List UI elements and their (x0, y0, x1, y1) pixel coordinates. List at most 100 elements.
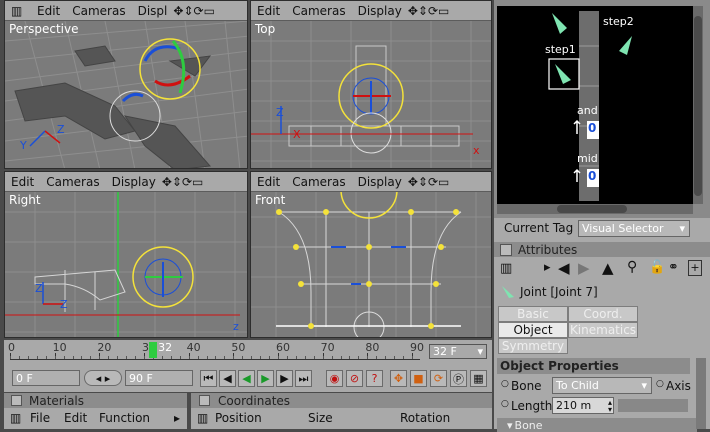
rotate-view-icon[interactable]: ⟳ (182, 175, 192, 189)
go-to-start-button[interactable]: ⏮ (200, 370, 217, 387)
tab-object[interactable]: Object (498, 322, 568, 338)
key-rotation-icon[interactable]: ⟳ (430, 370, 447, 387)
menu-cameras[interactable]: Cameras (286, 175, 351, 189)
length-radio-icon[interactable]: ○ (501, 399, 509, 409)
timeline-ticks: 0102030405060708090 (8, 340, 424, 364)
link-icon[interactable]: ⚭ (668, 260, 679, 275)
length-slider[interactable] (618, 399, 688, 412)
bone-subsection-header[interactable]: ▾ Bone (497, 418, 697, 432)
prev-frame-button[interactable]: ◀ (219, 370, 236, 387)
menu-cameras[interactable]: Cameras (66, 4, 131, 18)
node-label-step1[interactable]: step1 (545, 43, 576, 56)
xpresso-canvas[interactable]: step2 step1 and mid 0 0 (497, 6, 693, 204)
menu-edit[interactable]: Edit (64, 411, 87, 425)
bone-dropdown[interactable]: To Child ▾ (552, 377, 652, 394)
vertical-scrollbar[interactable] (693, 6, 703, 204)
menu-edit[interactable]: Edit (251, 175, 286, 189)
scrollbar-thumb[interactable] (557, 205, 627, 213)
menu-file[interactable]: File (30, 411, 50, 425)
move-view-icon[interactable]: ✥ (408, 4, 418, 18)
zoom-view-icon[interactable]: ⇕ (418, 175, 428, 189)
key-position-icon[interactable]: ✥ (390, 370, 407, 387)
nav-right-small-icon[interactable]: ▸ (544, 260, 551, 275)
stepper-icon[interactable]: ▴ ▾ (608, 399, 612, 414)
key-pla-icon[interactable]: ▦ (470, 370, 487, 387)
next-frame-button[interactable]: ▶ (276, 370, 293, 387)
node-label-and[interactable]: and (577, 104, 598, 117)
maximize-view-icon[interactable]: ▭ (438, 175, 449, 189)
key-parameter-icon[interactable]: Ⓟ (450, 370, 467, 387)
key-scale-icon[interactable]: ■ (410, 370, 427, 387)
viewport-top[interactable]: Edit Cameras Display ✥ ⇕ ⟳ ▭ Z X x Top (250, 0, 492, 169)
playhead[interactable] (149, 342, 158, 358)
length-input[interactable]: 210 m (552, 397, 614, 414)
timeline-minor-tick (215, 356, 217, 359)
autokey-icon[interactable]: ⊘ (346, 370, 363, 387)
play-forward-button[interactable]: ▶ (257, 370, 274, 387)
go-to-end-button[interactable]: ⏭ (295, 370, 312, 387)
menu-overflow-icon[interactable]: ▸ (174, 411, 180, 425)
timeline-minor-tick (117, 356, 119, 359)
menu-display[interactable]: Display (106, 175, 162, 189)
viewport-perspective[interactable]: ▥ Edit Cameras Displ ✥ ⇕ ⟳ ▭ Y Z Perspec… (4, 0, 248, 169)
menu-display[interactable]: Display (352, 175, 408, 189)
tab-kinematics[interactable]: Kinematics (568, 322, 638, 338)
attributes-scrollbar[interactable] (696, 358, 706, 429)
current-frame-value: 32 F (433, 345, 457, 358)
menu-display[interactable]: Display (352, 4, 408, 18)
menu-grip-icon: ▥ (197, 411, 209, 425)
viewport-right[interactable]: Edit Cameras Display ✥ ⇕ ⟳ ▭ Z Z z Right (4, 171, 248, 338)
timeline-ruler[interactable]: 0102030405060708090 32 (8, 340, 424, 364)
end-frame-field[interactable]: 90 F (125, 370, 193, 386)
start-frame-field[interactable]: 0 F (12, 370, 80, 386)
add-tab-icon[interactable]: + (688, 260, 702, 276)
menu-cameras[interactable]: Cameras (40, 175, 105, 189)
zoom-view-icon[interactable]: ⇕ (183, 4, 193, 18)
bone-radio-icon[interactable]: ○ (501, 379, 509, 389)
menu-display[interactable]: Displ (132, 4, 174, 18)
maximize-view-icon[interactable]: ▭ (204, 4, 215, 18)
viewport-front[interactable]: Edit Cameras Display ✥ ⇕ ⟳ ▭ Front (250, 171, 492, 338)
nav-forward-icon[interactable]: ▶ (578, 259, 590, 277)
nav-up-icon[interactable]: ▲ (602, 259, 614, 277)
menu-edit[interactable]: Edit (5, 175, 40, 189)
tab-coord[interactable]: Coord. (568, 306, 638, 322)
range-toggle-button[interactable]: ◂ ▸ (84, 370, 122, 386)
nav-back-icon[interactable]: ◀ (558, 259, 570, 277)
tab-basic[interactable]: Basic (498, 306, 568, 322)
materials-title: Materials (29, 393, 85, 408)
rotate-view-icon[interactable]: ⟳ (194, 4, 204, 18)
viewport-label: Top (255, 22, 276, 36)
svg-text:X: X (293, 128, 301, 141)
move-view-icon[interactable]: ✥ (173, 4, 183, 18)
zoom-view-icon[interactable]: ⇕ (418, 4, 428, 18)
move-view-icon[interactable]: ✥ (162, 175, 172, 189)
search-icon[interactable]: ⚲ (627, 259, 637, 275)
menu-edit[interactable]: Edit (31, 4, 66, 18)
lock-icon[interactable]: 🔓 (649, 260, 665, 275)
bone-label: Bone (511, 379, 542, 393)
menu-cameras[interactable]: Cameras (286, 4, 351, 18)
axis-radio-icon[interactable]: ○ (656, 379, 664, 389)
menu-function[interactable]: Function (99, 411, 150, 425)
play-backward-button[interactable]: ◀ (238, 370, 255, 387)
rotate-view-icon[interactable]: ⟳ (428, 175, 438, 189)
zoom-view-icon[interactable]: ⇕ (172, 175, 182, 189)
scrollbar-thumb[interactable] (694, 16, 702, 196)
timeline-minor-tick (269, 356, 271, 359)
rotate-view-icon[interactable]: ⟳ (428, 4, 438, 18)
current-frame-field[interactable]: 32 F ▾ (429, 344, 487, 359)
record-icon[interactable]: ◉ (326, 370, 343, 387)
tab-symmetry[interactable]: Symmetry (498, 338, 568, 354)
subsection-title: Bone (514, 418, 543, 432)
move-view-icon[interactable]: ✥ (408, 175, 418, 189)
node-label-step2[interactable]: step2 (603, 15, 634, 28)
menu-edit[interactable]: Edit (251, 4, 286, 18)
current-tag-bar: Current Tag Visual Selector ▾ (494, 218, 710, 240)
node-label-mid[interactable]: mid (577, 152, 598, 165)
maximize-view-icon[interactable]: ▭ (192, 175, 203, 189)
current-tag-dropdown[interactable]: Visual Selector ▾ (578, 220, 690, 237)
horizontal-scrollbar[interactable] (497, 204, 693, 214)
maximize-view-icon[interactable]: ▭ (438, 4, 449, 18)
help-icon[interactable]: ? (366, 370, 383, 387)
